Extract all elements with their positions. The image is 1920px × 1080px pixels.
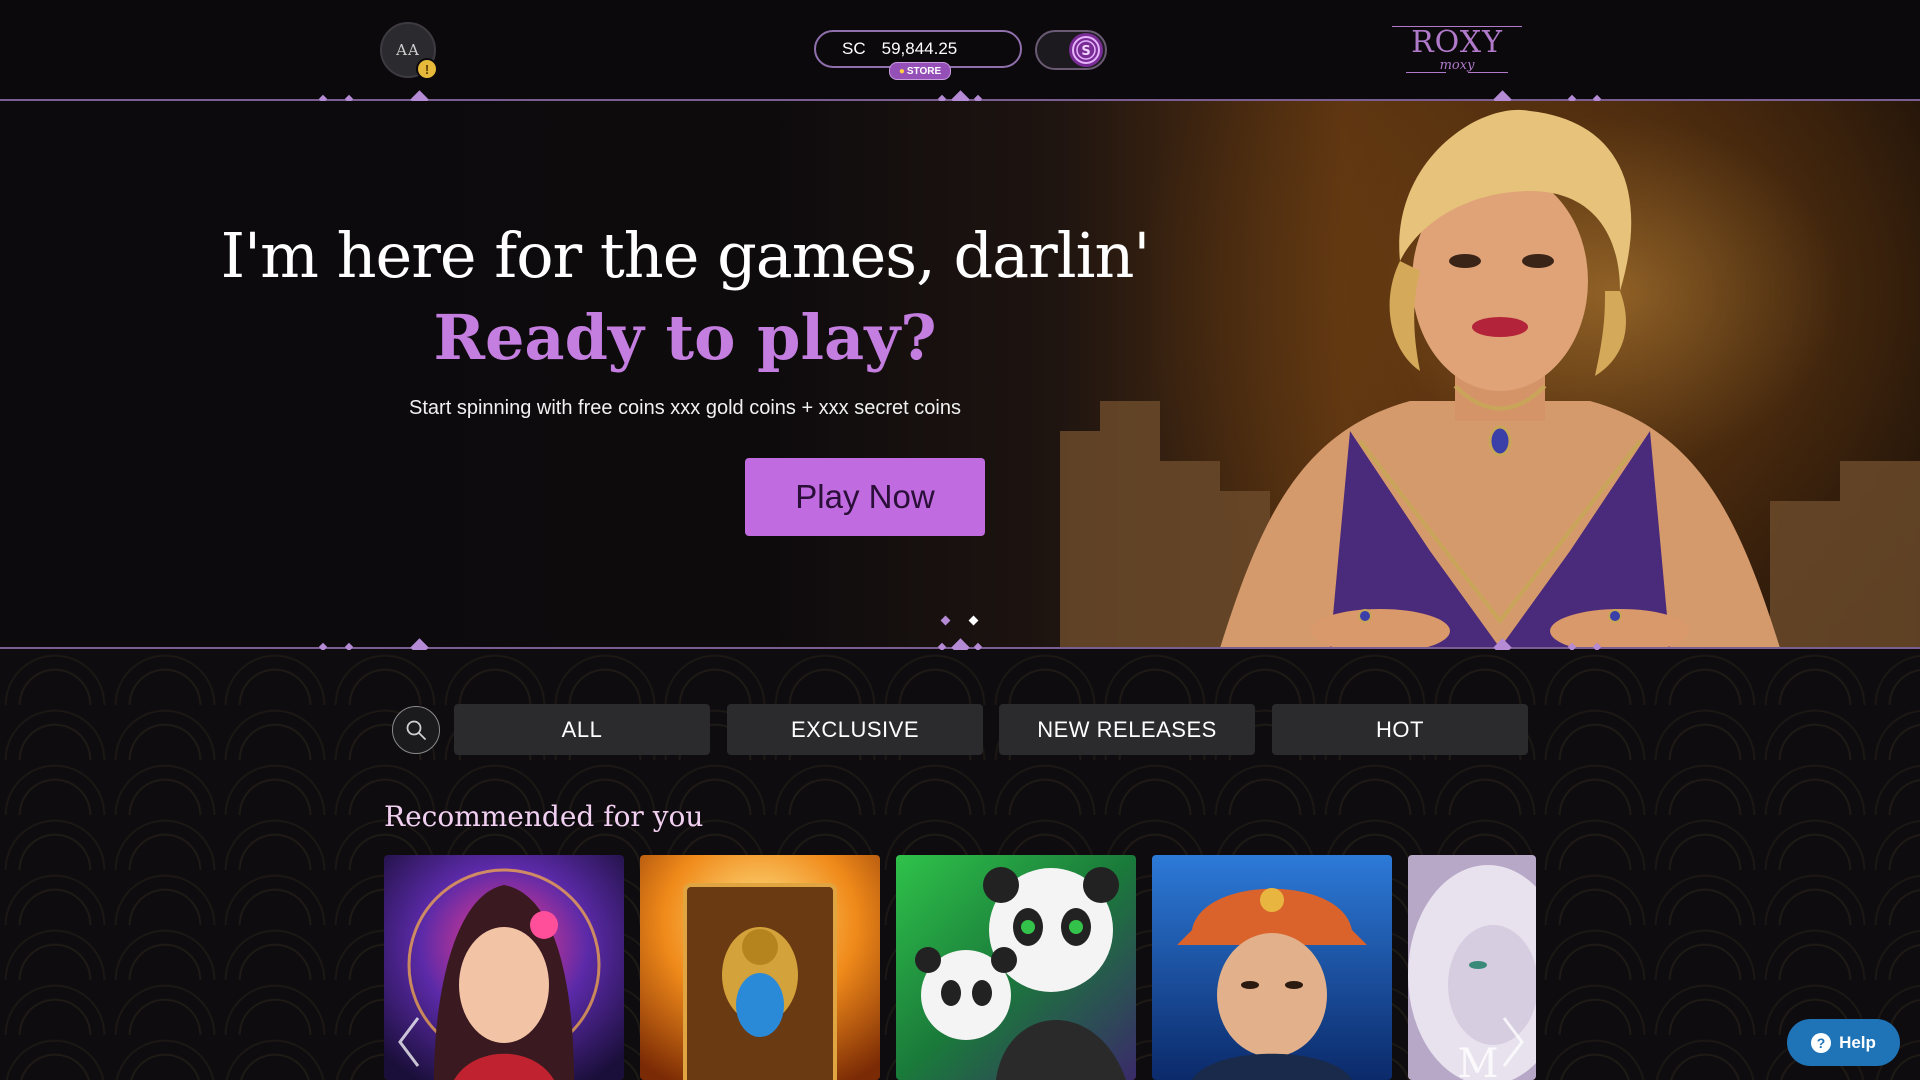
hero-headline: I'm here for the games, darlin' <box>220 219 1151 292</box>
tab-all[interactable]: ALL <box>454 704 710 755</box>
carousel-dot-1[interactable] <box>940 615 951 626</box>
currency-toggle[interactable]: S <box>1035 30 1107 70</box>
hero-subheadline: Ready to play? <box>433 301 937 374</box>
tab-new-releases[interactable]: NEW RELEASES <box>999 704 1255 755</box>
logo-left-rule <box>1406 72 1446 73</box>
balance-currency: SC <box>842 39 866 58</box>
top-header: AA ! SC 59,844.25 ● STORE S ROXY moxy <box>0 0 1920 100</box>
hero-tagline: Start spinning with free coins xxx gold … <box>409 397 961 419</box>
coin-icon: ● <box>898 65 905 77</box>
game-search-button[interactable] <box>392 706 440 754</box>
carousel-next-icon[interactable] <box>1498 1012 1528 1072</box>
play-now-button[interactable]: Play Now <box>745 458 985 536</box>
game-card-panda[interactable] <box>896 855 1136 1080</box>
svg-text:M: M <box>1458 1041 1499 1080</box>
logo-sub-text: moxy <box>1439 58 1475 73</box>
store-button[interactable]: ● STORE <box>889 62 951 80</box>
carousel-dot-2[interactable] <box>968 615 979 626</box>
balance-value: 59,844.25 <box>881 39 958 58</box>
recommended-title: Recommended for you <box>384 800 704 833</box>
store-label: STORE <box>906 65 942 77</box>
avatar-initials: AA <box>396 41 420 59</box>
hero-woman-illustration <box>1060 109 1920 648</box>
sweeps-coin-icon: S <box>1069 33 1103 67</box>
game-card-scarab[interactable] <box>640 855 880 1080</box>
tab-hot[interactable]: HOT <box>1272 704 1528 755</box>
game-card-detective[interactable] <box>1152 855 1392 1080</box>
logo-right-rule <box>1468 72 1508 73</box>
carousel-prev-icon[interactable] <box>394 1012 424 1072</box>
panda-game-tile <box>896 855 1136 1080</box>
hero-banner: I'm here for the games, darlin' Ready to… <box>0 101 1920 648</box>
scarab-book-game-tile <box>640 855 880 1080</box>
logo-main-text: ROXY <box>1411 25 1503 60</box>
tab-exclusive[interactable]: EXCLUSIVE <box>727 704 983 755</box>
question-icon: ? <box>1811 1032 1832 1053</box>
help-button[interactable]: ? Help <box>1787 1019 1900 1066</box>
search-icon <box>406 720 426 740</box>
notification-badge[interactable]: ! <box>416 58 438 80</box>
help-label: Help <box>1839 1032 1876 1052</box>
svg-text:S: S <box>1081 44 1090 59</box>
roxy-moxy-logo[interactable]: ROXY moxy <box>1392 20 1522 78</box>
detective-game-tile <box>1152 855 1392 1080</box>
logo-top-rule <box>1392 26 1522 27</box>
